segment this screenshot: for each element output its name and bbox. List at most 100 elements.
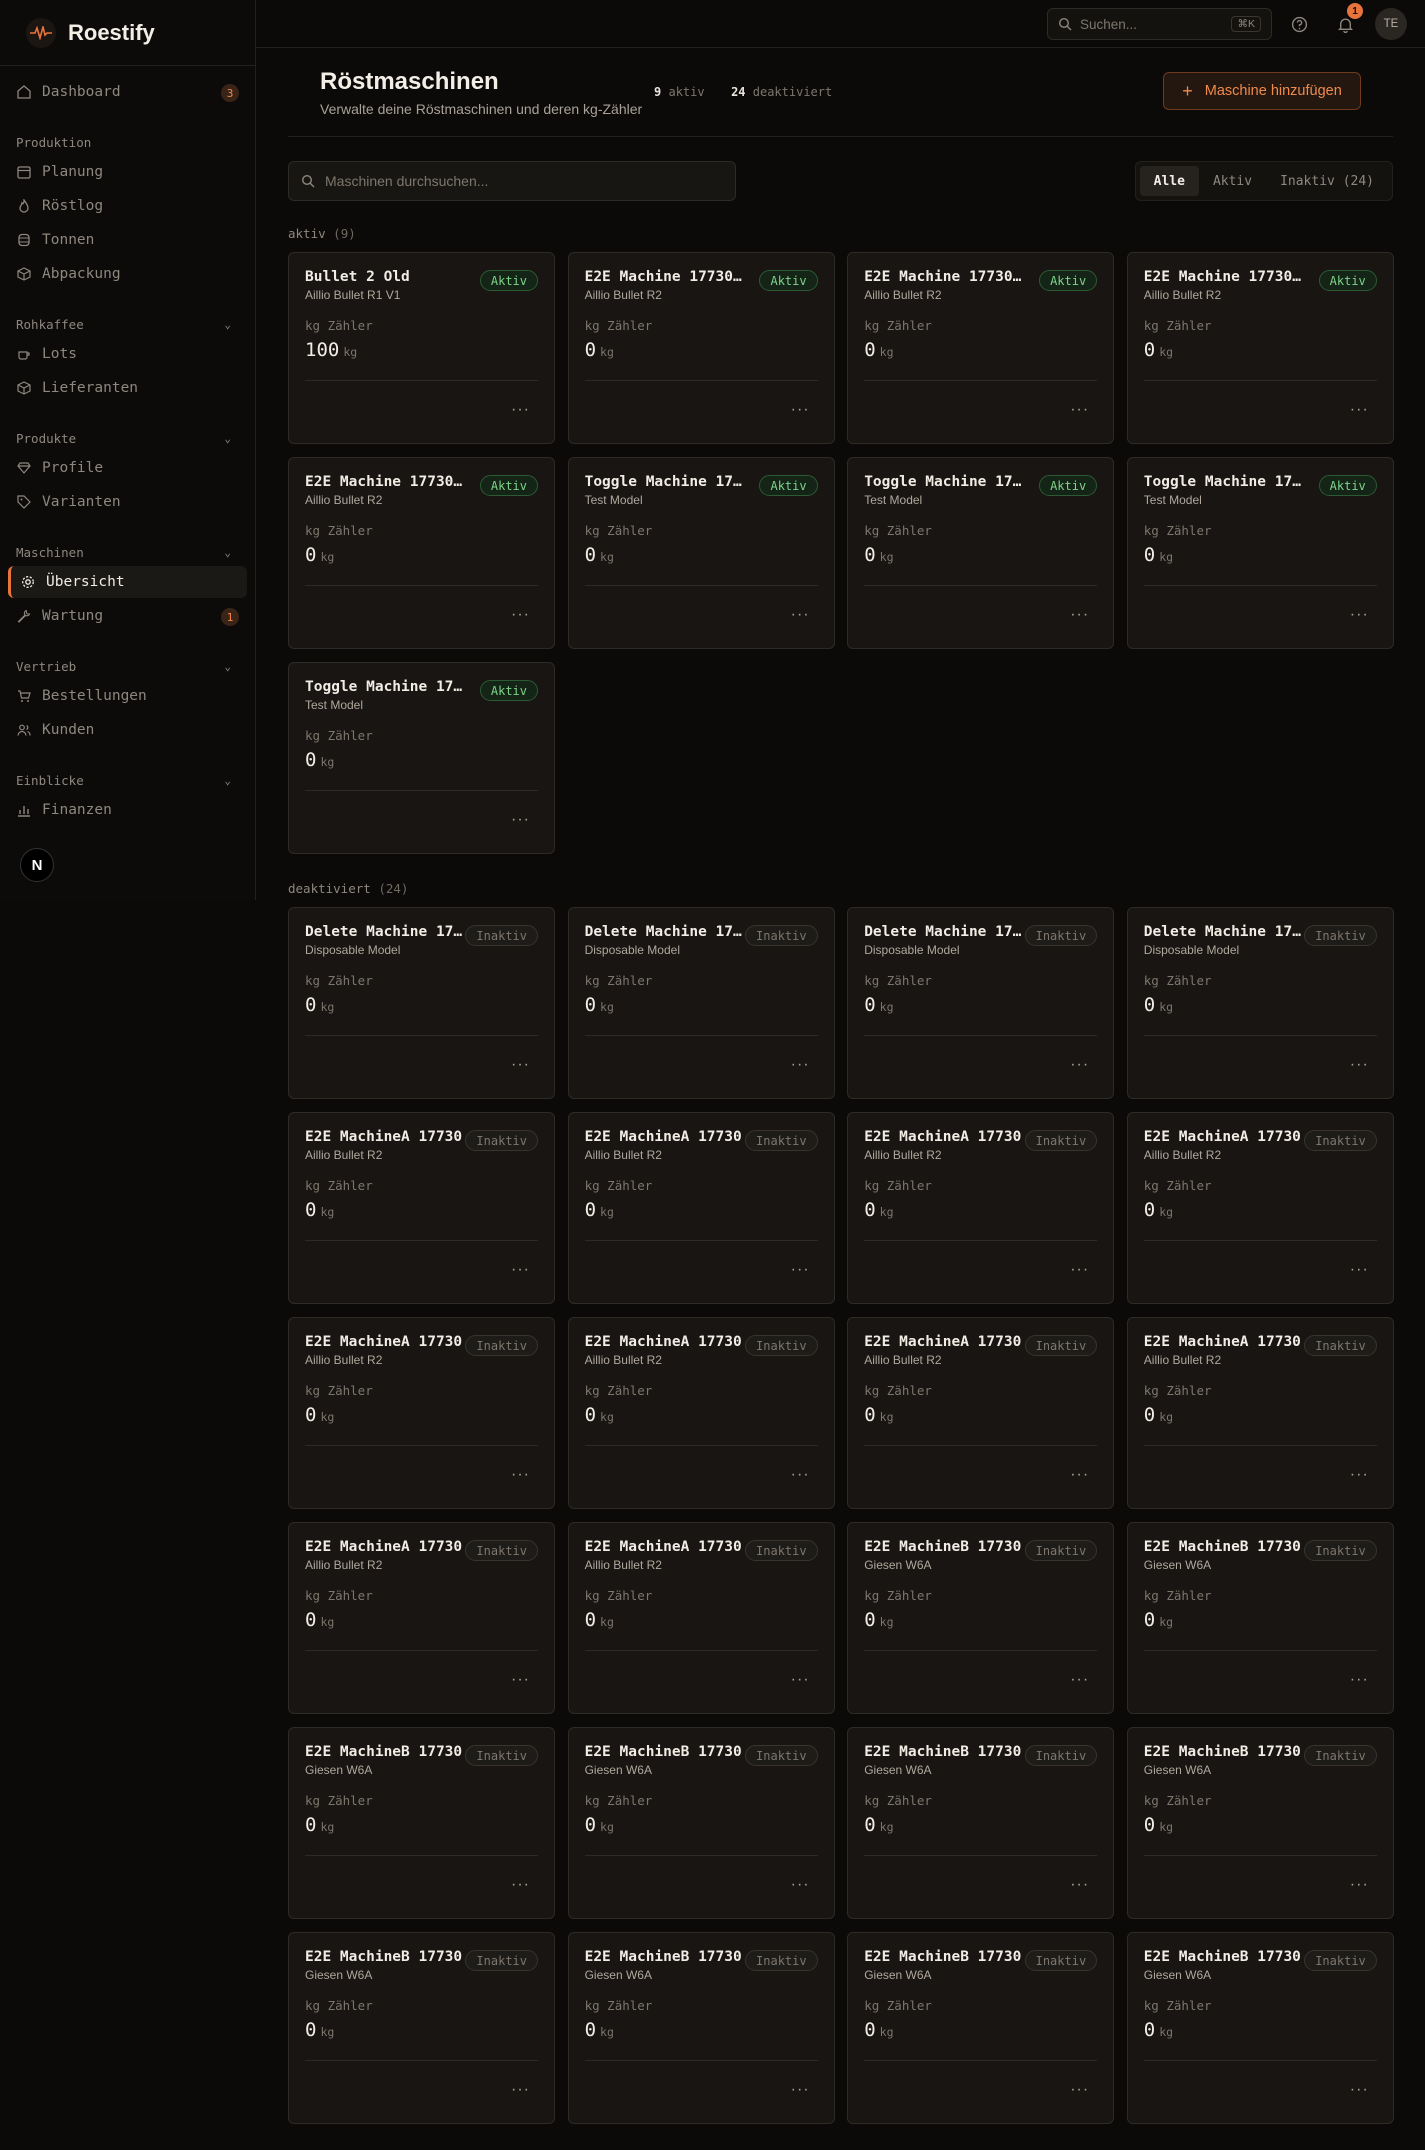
nav-group-produkte[interactable]: Produkte ⌄ <box>8 426 247 450</box>
more-options-icon[interactable]: ··· <box>1070 2081 1089 2099</box>
machine-card[interactable]: E2E MachineA 17730 Aillio Bullet R2 Inakti… <box>567 1317 835 1509</box>
machine-card[interactable]: E2E MachineB 17730 Giesen W6A Inaktiv kg Zä… <box>1126 1932 1394 2124</box>
sidebar-item-roestlog[interactable]: Röstlog <box>8 190 247 222</box>
more-options-icon[interactable]: ··· <box>511 401 530 419</box>
more-options-icon[interactable]: ··· <box>511 1261 530 1279</box>
machine-card[interactable]: E2E MachineB 17730 Giesen W6A Inaktiv kg Zä… <box>847 1522 1115 1714</box>
machine-card[interactable]: E2E MachineB 17730 Giesen W6A Inaktiv kg Zä… <box>567 1727 835 1919</box>
machine-card[interactable]: Bullet 2 Old Aillio Bullet R1 V1 Aktiv kg Z… <box>288 252 555 444</box>
machine-card[interactable]: E2E MachineA 17730 Aillio Bullet R2 Inakti… <box>567 1522 835 1714</box>
more-options-icon[interactable]: ··· <box>1070 1261 1089 1279</box>
more-options-icon[interactable]: ··· <box>1350 1261 1369 1279</box>
machine-card[interactable]: Delete Machine 1773 Disposable Model Inakt… <box>1126 907 1394 1099</box>
sidebar-item-uebersicht[interactable]: Übersicht <box>8 566 247 598</box>
machine-card[interactable]: E2E Machine 1773036 Aillio Bullet R2 Aktiv… <box>567 252 835 444</box>
more-options-icon[interactable]: ··· <box>1350 2081 1369 2099</box>
more-options-icon[interactable]: ··· <box>791 606 810 624</box>
sidebar-item-bestellungen[interactable]: Bestellungen <box>8 680 247 712</box>
more-options-icon[interactable]: ··· <box>511 2081 530 2099</box>
more-options-icon[interactable]: ··· <box>1070 401 1089 419</box>
tab-inaktiv[interactable]: Inaktiv (24) <box>1266 166 1388 196</box>
nav-group-vertrieb[interactable]: Vertrieb ⌄ <box>8 654 247 678</box>
sidebar-item-wartung[interactable]: Wartung 1 <box>8 600 247 632</box>
machine-card[interactable]: E2E MachineB 17730 Giesen W6A Inaktiv kg Zä… <box>1126 1522 1394 1714</box>
sidebar-item-lieferanten[interactable]: Lieferanten <box>8 372 247 404</box>
more-options-icon[interactable]: ··· <box>1350 1056 1369 1074</box>
more-options-icon[interactable]: ··· <box>1070 1671 1089 1689</box>
machine-card[interactable]: Delete Machine 1773 Disposable Model Inakt… <box>567 907 835 1099</box>
machine-card[interactable]: E2E MachineB 17730 Giesen W6A Inaktiv kg Zä… <box>847 1932 1115 2124</box>
machine-card[interactable]: E2E MachineA 17730 Aillio Bullet R2 Inakti… <box>1126 1112 1394 1304</box>
more-options-icon[interactable]: ··· <box>1350 1671 1369 1689</box>
sidebar-item-planung[interactable]: Planung <box>8 156 247 188</box>
more-options-icon[interactable]: ··· <box>1070 1876 1089 1894</box>
help-icon[interactable] <box>1287 12 1311 36</box>
sidebar-item-tonnen[interactable]: Tonnen <box>8 224 247 256</box>
more-options-icon[interactable]: ··· <box>1350 1466 1369 1484</box>
tab-alle[interactable]: Alle <box>1139 166 1199 196</box>
more-options-icon[interactable]: ··· <box>791 1466 810 1484</box>
more-options-icon[interactable]: ··· <box>1350 1876 1369 1894</box>
machine-card[interactable]: E2E Machine 1773036 Aillio Bullet R2 Aktiv… <box>847 252 1115 444</box>
machine-card[interactable]: E2E Machine 1773071 Aillio Bullet R2 Aktiv… <box>1126 252 1394 444</box>
machine-card[interactable]: E2E MachineA 17730 Aillio Bullet R2 Inakti… <box>288 1317 555 1509</box>
machine-card[interactable]: Toggle Machine 1773 Test Model Aktiv kg Zäh… <box>847 457 1115 649</box>
status-badge: Inaktiv <box>465 1130 538 1151</box>
more-options-icon[interactable]: ··· <box>791 401 810 419</box>
tab-aktiv[interactable]: Aktiv <box>1199 166 1266 196</box>
sidebar-item-lots[interactable]: Lots <box>8 338 247 370</box>
machine-card[interactable]: E2E MachineB 17730 Giesen W6A Inaktiv kg Zä… <box>1126 1727 1394 1919</box>
sidebar-item-abpackung[interactable]: Abpackung <box>8 258 247 290</box>
machine-card[interactable]: E2E Machine 1773071 Aillio Bullet R2 Aktiv… <box>288 457 555 649</box>
devtools-n-button[interactable]: N <box>20 848 54 882</box>
more-options-icon[interactable]: ··· <box>791 1671 810 1689</box>
more-options-icon[interactable]: ··· <box>511 811 530 829</box>
machine-card[interactable]: Toggle Machine 1773 Test Model Aktiv kg Zäh… <box>1126 457 1394 649</box>
more-options-icon[interactable]: ··· <box>511 1466 530 1484</box>
more-options-icon[interactable]: ··· <box>791 2081 810 2099</box>
sidebar-item-profile[interactable]: Profile <box>8 452 247 484</box>
more-options-icon[interactable]: ··· <box>1350 401 1369 419</box>
sidebar-item-kunden[interactable]: Kunden <box>8 714 247 746</box>
nav-group-einblicke[interactable]: Einblicke ⌄ <box>8 768 247 792</box>
more-options-icon[interactable]: ··· <box>1070 1466 1089 1484</box>
bell-icon[interactable]: 1 <box>1333 3 1363 36</box>
more-options-icon[interactable]: ··· <box>511 1876 530 1894</box>
more-options-icon[interactable]: ··· <box>791 1876 810 1894</box>
more-options-icon[interactable]: ··· <box>791 1056 810 1074</box>
machine-card[interactable]: Toggle Machine 1773 Test Model Aktiv kg Zäh… <box>567 457 835 649</box>
sidebar-item-finanzen[interactable]: Finanzen <box>8 794 247 826</box>
more-options-icon[interactable]: ··· <box>511 1671 530 1689</box>
machine-card[interactable]: E2E MachineA 17730 Aillio Bullet R2 Inakti… <box>288 1112 555 1304</box>
more-options-icon[interactable]: ··· <box>1350 606 1369 624</box>
machine-card[interactable]: E2E MachineB 17730 Giesen W6A Inaktiv kg Zä… <box>288 1932 555 2124</box>
box-icon <box>16 380 32 396</box>
avatar[interactable]: TE <box>1375 8 1407 40</box>
machine-card[interactable]: Delete Machine 1773 Disposable Model Inakt… <box>847 907 1115 1099</box>
machine-card[interactable]: E2E MachineB 17730 Giesen W6A Inaktiv kg Zä… <box>567 1932 835 2124</box>
machine-card[interactable]: E2E MachineA 17730 Aillio Bullet R2 Inakti… <box>567 1112 835 1304</box>
machine-card[interactable]: E2E MachineA 17730 Aillio Bullet R2 Inakti… <box>288 1522 555 1714</box>
more-options-icon[interactable]: ··· <box>511 606 530 624</box>
machine-card[interactable]: E2E MachineA 17730 Aillio Bullet R2 Inakti… <box>847 1112 1115 1304</box>
more-options-icon[interactable]: ··· <box>1070 1056 1089 1074</box>
more-options-icon[interactable]: ··· <box>1070 606 1089 624</box>
machine-card[interactable]: Toggle Machine 1773 Test Model Aktiv kg Zäh… <box>288 662 555 854</box>
machine-card[interactable]: E2E MachineB 17730 Giesen W6A Inaktiv kg Zä… <box>847 1727 1115 1919</box>
machine-name: E2E MachineB 17730 <box>584 1949 742 1965</box>
machine-card[interactable]: E2E MachineA 17730 Aillio Bullet R2 Inakti… <box>847 1317 1115 1509</box>
sidebar-item-varianten[interactable]: Varianten <box>8 486 247 518</box>
sidebar-item-dashboard[interactable]: Dashboard 3 <box>8 76 247 108</box>
add-machine-button[interactable]: + Maschine hinzufügen <box>1163 72 1361 110</box>
machine-search-input[interactable]: Maschinen durchsuchen... <box>288 161 736 201</box>
nav-group-maschinen[interactable]: Maschinen ⌄ <box>8 540 247 564</box>
more-options-icon[interactable]: ··· <box>791 1261 810 1279</box>
brand[interactable]: Roestify <box>0 0 255 66</box>
nav-group-rohkaffee[interactable]: Rohkaffee ⌄ <box>8 312 247 336</box>
machine-card[interactable]: E2E MachineB 17730 Giesen W6A Inaktiv kg Zä… <box>288 1727 555 1919</box>
machine-card[interactable]: E2E MachineA 17730 Aillio Bullet R2 Inakti… <box>1126 1317 1394 1509</box>
more-options-icon[interactable]: ··· <box>511 1056 530 1074</box>
sidebar-item-label: Finanzen <box>42 802 112 818</box>
global-search-input[interactable]: Suchen... ⌘K <box>1047 8 1272 40</box>
machine-card[interactable]: Delete Machine 1773 Disposable Model Inakt… <box>288 907 555 1099</box>
